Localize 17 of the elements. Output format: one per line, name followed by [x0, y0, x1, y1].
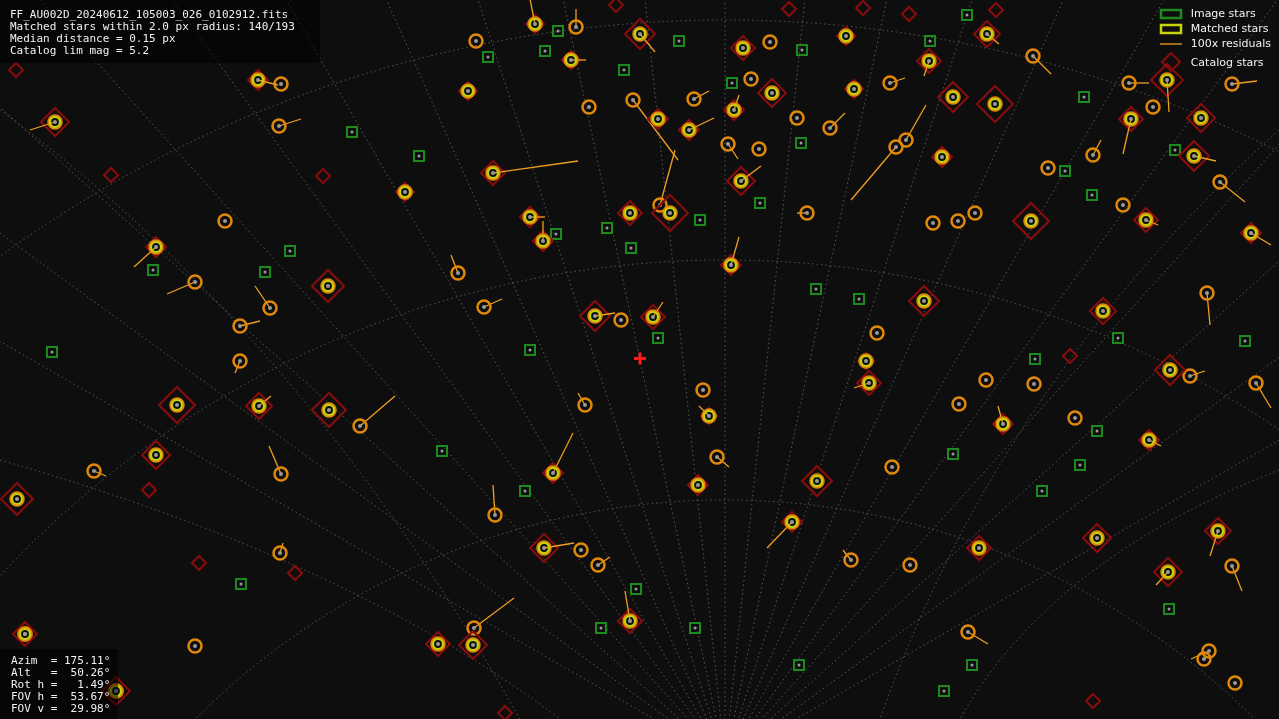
plot-info-text: FF_AU002D_20240612_105003_026_0102912.fits: [10, 9, 290, 21]
pointing-info-text: FOV h = 53.67°: [11, 691, 111, 703]
plot-info-text: Matched stars within 2.0 px radius: 140/193: [10, 21, 296, 33]
crosshair-icon: [634, 352, 646, 365]
square-icon: [1158, 22, 1183, 35]
plot-info-text: Median distance = 0.15 px: [10, 33, 177, 45]
diamond-icon: [1158, 52, 1183, 72]
square-icon: [1158, 7, 1183, 20]
plot-info-text: Catalog lim mag = 5.2: [10, 45, 151, 57]
legend-label: Matched stars: [1190, 22, 1269, 35]
pointing-info-text: FOV v = 29.98°: [11, 703, 111, 715]
legend-label: 100x residuals: [1190, 37, 1271, 50]
legend-label: Catalog stars: [1190, 55, 1264, 69]
pointing-info-text: Rot h = 1.49°: [11, 679, 111, 691]
pointing-info-text: Azim = 175.11°: [11, 655, 111, 667]
pointing-info-text: Alt = 50.26°: [11, 667, 111, 679]
legend-label: Image stars: [1190, 7, 1256, 20]
